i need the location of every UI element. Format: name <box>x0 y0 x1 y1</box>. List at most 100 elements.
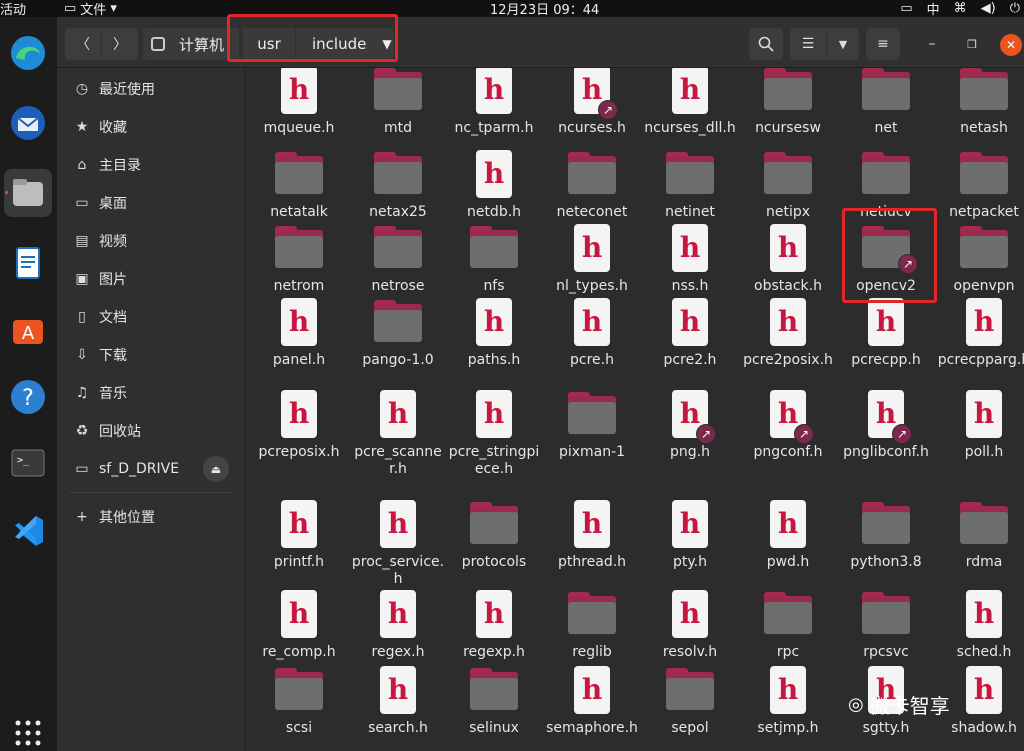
sidebar-item-desktop[interactable]: ▭ 桌面 <box>57 185 245 221</box>
file-item[interactable]: h poll.h <box>936 390 1024 461</box>
file-item[interactable]: h search.h <box>350 666 446 737</box>
file-item[interactable]: h pthread.h <box>544 500 640 571</box>
clock[interactable]: 12月23日 09：44 <box>490 0 599 18</box>
view-options-button[interactable]: ▼ <box>827 28 859 60</box>
folder-item[interactable]: selinux <box>446 666 542 737</box>
folder-item[interactable]: rdma <box>936 500 1024 571</box>
file-item[interactable]: h paths.h <box>446 298 542 369</box>
thunderbird-icon[interactable] <box>4 99 52 147</box>
sidebar-item-videos[interactable]: ▤ 视频 <box>57 223 245 259</box>
file-item[interactable]: h ↗ pngconf.h <box>740 390 836 461</box>
folder-item[interactable]: netax25 <box>350 150 446 221</box>
file-item[interactable]: h semaphore.h <box>544 666 640 737</box>
file-item[interactable]: h pcreposix.h <box>251 390 347 461</box>
folder-item[interactable]: rpc <box>740 590 836 661</box>
file-item[interactable]: h ↗ ncurses.h <box>544 68 640 137</box>
sidebar-item-pictures[interactable]: ▣ 图片 <box>57 261 245 297</box>
file-item[interactable]: h nss.h <box>642 224 738 295</box>
notification-icon[interactable]: ▭ <box>900 1 912 16</box>
maximize-button[interactable]: ❐ <box>959 28 985 60</box>
sidebar-item-home[interactable]: ⌂ 主目录 <box>57 147 245 183</box>
power-icon[interactable]: ⏻ <box>1010 1 1020 16</box>
folder-item[interactable]: netrom <box>251 224 347 295</box>
file-item[interactable]: h resolv.h <box>642 590 738 661</box>
terminal-icon[interactable]: >_ <box>4 439 52 487</box>
sidebar-item-trash[interactable]: ♻ 回收站 <box>57 413 245 449</box>
file-item[interactable]: h ↗ pnglibconf.h <box>838 390 934 461</box>
folder-item[interactable]: scsi <box>251 666 347 737</box>
network-icon[interactable]: ⌘ <box>954 1 967 16</box>
sidebar-item-recent[interactable]: ◷ 最近使用 <box>57 71 245 107</box>
file-item[interactable]: h pcre_scanner.h <box>350 390 446 478</box>
file-item[interactable]: h ncurses_dll.h <box>642 68 738 137</box>
eject-button[interactable]: ⏏ <box>203 456 229 482</box>
file-item[interactable]: h panel.h <box>251 298 347 369</box>
help-icon[interactable]: ? <box>4 373 52 421</box>
input-method-indicator[interactable]: 中 <box>927 0 940 18</box>
folder-item[interactable]: netatalk <box>251 150 347 221</box>
file-item[interactable]: h ↗ png.h <box>642 390 738 461</box>
files-icon[interactable] <box>4 169 52 217</box>
libreoffice-writer-icon[interactable] <box>4 239 52 287</box>
view-list-button[interactable]: ☰ <box>790 28 826 60</box>
menu-button[interactable]: ≡ <box>866 28 900 60</box>
sidebar-item-other-locations[interactable]: + 其他位置 <box>57 499 245 535</box>
forward-button[interactable]: 〉 <box>102 28 138 60</box>
edge-browser-icon[interactable] <box>4 29 52 77</box>
folder-item[interactable]: pango-1.0 <box>350 298 446 369</box>
file-item[interactable]: h pty.h <box>642 500 738 571</box>
show-apps-icon[interactable] <box>4 709 52 751</box>
file-item[interactable]: h setjmp.h <box>740 666 836 737</box>
system-tray[interactable]: ▭ 中 ⌘ ◀) ⏻ <box>900 0 1020 18</box>
folder-item[interactable]: sepol <box>642 666 738 737</box>
file-item[interactable]: h mqueue.h <box>251 68 347 137</box>
file-item[interactable]: h regexp.h <box>446 590 542 661</box>
folder-item[interactable]: rpcsvc <box>838 590 934 661</box>
folder-item[interactable]: reglib <box>544 590 640 661</box>
file-item[interactable]: h proc_service.h <box>350 500 446 588</box>
folder-item[interactable]: nfs <box>446 224 542 295</box>
folder-item[interactable]: netipx <box>740 150 836 221</box>
activities-button[interactable]: 活动 <box>0 0 26 18</box>
folder-item[interactable]: protocols <box>446 500 542 571</box>
file-item[interactable]: h printf.h <box>251 500 347 571</box>
vscode-icon[interactable] <box>4 507 52 555</box>
file-item[interactable]: h nc_tparm.h <box>446 68 542 137</box>
folder-item[interactable]: net <box>838 68 934 137</box>
folder-item[interactable]: pixman-1 <box>544 390 640 461</box>
file-item[interactable]: h re_comp.h <box>251 590 347 661</box>
file-item[interactable]: h pcre2posix.h <box>740 298 836 369</box>
file-item[interactable]: h regex.h <box>350 590 446 661</box>
app-menu[interactable]: ▭ 文件 ▾ <box>64 0 117 18</box>
software-store-icon[interactable]: A <box>4 305 52 353</box>
file-item[interactable]: h pcre2.h <box>642 298 738 369</box>
file-item[interactable]: h sched.h <box>936 590 1024 661</box>
folder-item[interactable]: netash <box>936 68 1024 137</box>
file-item[interactable]: h pcrecpparg.h <box>936 298 1024 369</box>
folder-item[interactable]: netrose <box>350 224 446 295</box>
folder-item[interactable]: neteconet <box>544 150 640 221</box>
file-item[interactable]: h obstack.h <box>740 224 836 295</box>
file-item[interactable]: h nl_types.h <box>544 224 640 295</box>
file-item[interactable]: h netdb.h <box>446 150 542 221</box>
minimize-button[interactable]: – <box>919 28 945 60</box>
folder-item[interactable]: netinet <box>642 150 738 221</box>
close-button[interactable]: ✕ <box>1000 34 1022 56</box>
sidebar-item-downloads[interactable]: ⇩ 下载 <box>57 337 245 373</box>
breadcrumb-computer[interactable]: 计算机 <box>143 28 239 60</box>
folder-item[interactable]: mtd <box>350 68 446 137</box>
sidebar-item-starred[interactable]: ★ 收藏 <box>57 109 245 145</box>
file-item[interactable]: h pcrecpp.h <box>838 298 934 369</box>
search-button[interactable] <box>749 28 783 60</box>
back-button[interactable]: 〈 <box>65 28 101 60</box>
folder-item[interactable]: python3.8 <box>838 500 934 571</box>
folder-item[interactable]: ncursesw <box>740 68 836 137</box>
folder-item[interactable]: openvpn <box>936 224 1024 295</box>
volume-icon[interactable]: ◀) <box>981 1 996 16</box>
sidebar-item-documents[interactable]: ▯ 文档 <box>57 299 245 335</box>
file-item[interactable]: h pcre_stringpiece.h <box>446 390 542 478</box>
folder-item[interactable]: netpacket <box>936 150 1024 221</box>
file-item[interactable]: h pwd.h <box>740 500 836 571</box>
file-item[interactable]: h pcre.h <box>544 298 640 369</box>
sidebar-item-music[interactable]: ♫ 音乐 <box>57 375 245 411</box>
